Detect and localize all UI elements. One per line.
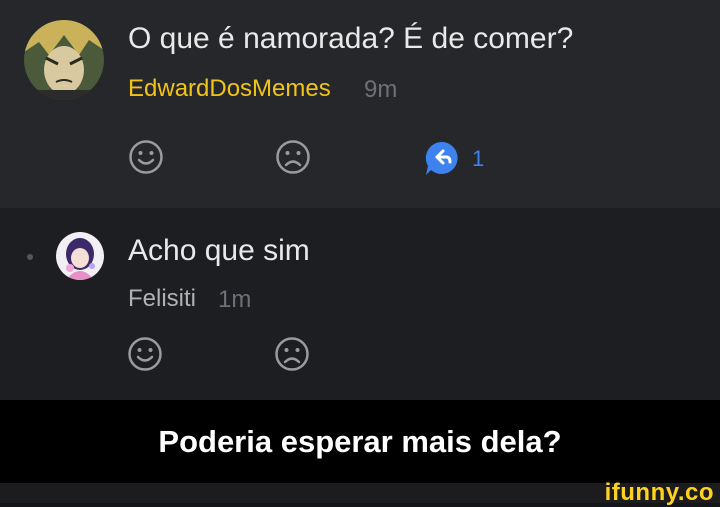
comment-time: 9m	[364, 76, 398, 103]
reply-card: Acho que sim Felisiti 1m	[0, 208, 720, 400]
comment-text: O que é namorada? É de comer?	[128, 22, 574, 55]
comment-author[interactable]: EdwardDosMemes	[128, 75, 331, 103]
meme-caption: Poderia esperar mais dela?	[0, 400, 720, 483]
reply-icon	[425, 141, 458, 175]
reply-author[interactable]: Felisiti	[128, 285, 196, 313]
reply-text: Acho que sim	[128, 234, 310, 267]
frown-icon	[275, 337, 309, 371]
reply-button[interactable]	[423, 139, 463, 182]
smile-icon	[129, 140, 163, 174]
smile-button[interactable]	[127, 336, 163, 377]
smile-icon	[128, 337, 162, 371]
frown-icon	[276, 140, 310, 174]
avatar[interactable]	[56, 232, 104, 280]
reply-count[interactable]: 1	[472, 146, 484, 172]
thread-dot	[27, 254, 33, 260]
reply-time: 1m	[218, 286, 252, 313]
comment-card: O que é namorada? É de comer? EdwardDosM…	[0, 0, 720, 208]
smile-button[interactable]	[128, 139, 164, 180]
frown-button[interactable]	[274, 336, 310, 377]
avatar[interactable]	[24, 20, 104, 100]
frown-button[interactable]	[275, 139, 311, 180]
